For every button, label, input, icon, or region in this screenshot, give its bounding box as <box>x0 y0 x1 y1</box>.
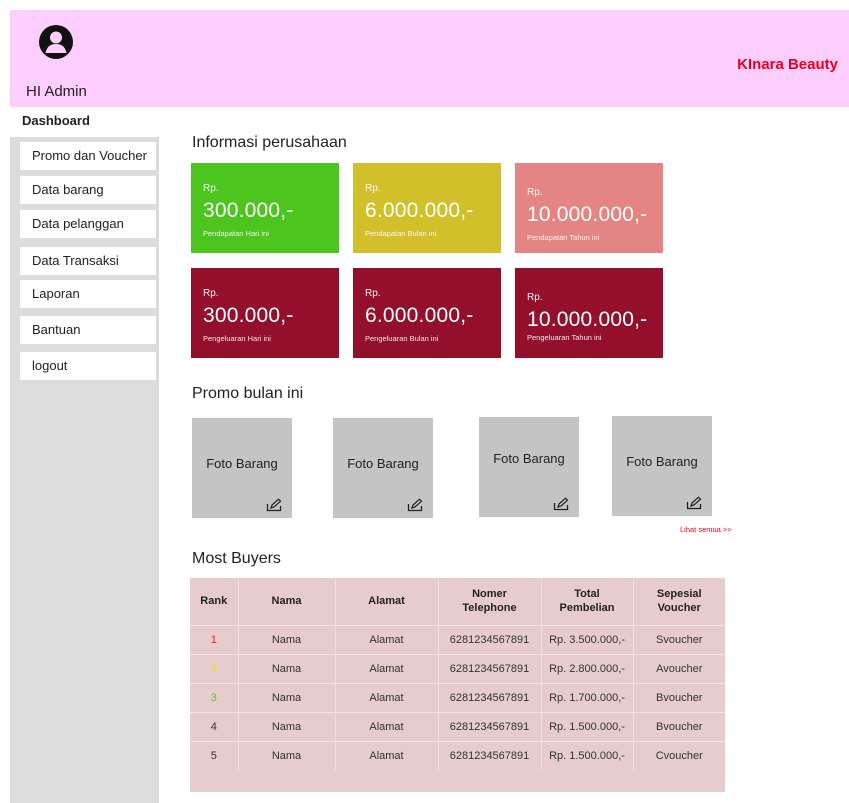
rank-cell: 5 <box>190 740 239 770</box>
card-caption: Pengeluaran Tahun ini <box>527 333 602 342</box>
address-cell: Alamat <box>335 682 439 712</box>
total-cell: Rp. 1.500.000,- <box>541 711 634 741</box>
column-header-text: Sepesial Voucher <box>656 588 702 615</box>
edit-icon[interactable] <box>266 498 282 512</box>
card-caption: Pendapatan Bulan ini <box>365 229 437 238</box>
promo-item-label: Foto Barang <box>206 456 278 471</box>
card-amount: 300.000,- <box>203 199 294 222</box>
phone-cell: 6281234567891 <box>438 624 542 654</box>
card-caption: Pengeluaran Bulan ini <box>365 334 439 343</box>
table-row: 4 Nama Alamat 6281234567891 Rp. 1.500.00… <box>190 711 725 741</box>
rank-cell: 2 <box>190 653 239 683</box>
table-row: 1 Nama Alamat 6281234567891 Rp. 3.500.00… <box>190 624 725 654</box>
brand-name: KInara Beauty <box>737 56 838 73</box>
card-amount: 6.000.000,- <box>365 199 474 222</box>
card-expense-day: Rp. 300.000,- Pengeluaran Hari ini <box>191 268 339 358</box>
address-cell: Alamat <box>335 711 439 741</box>
card-expense-month: Rp. 6.000.000,- Pengeluaran Bulan ini <box>353 268 501 358</box>
card-currency: Rp. <box>203 288 219 299</box>
buyers-section-title: Most Buyers <box>192 550 281 567</box>
sidebar-item-data-transaksi[interactable]: Data Transaksi <box>20 247 156 275</box>
edit-icon[interactable] <box>553 497 569 511</box>
card-currency: Rp. <box>203 183 219 194</box>
card-caption: Pendapatan Hari ini <box>203 229 269 238</box>
sidebar-item-bantuan[interactable]: Bantuan <box>20 316 156 344</box>
card-currency: Rp. <box>365 183 381 194</box>
column-header-text: Nomer Telephone <box>462 588 517 615</box>
info-section-title: Informasi perusahaan <box>192 134 347 151</box>
total-cell: Rp. 1.500.000,- <box>541 740 634 770</box>
sidebar-item-promo-voucher[interactable]: Promo dan Voucher <box>20 142 156 170</box>
sidebar-item-data-pelanggan[interactable]: Data pelanggan <box>20 210 156 238</box>
column-header: Total Pembelian <box>541 578 634 625</box>
voucher-cell: Bvoucher <box>633 682 725 712</box>
phone-cell: 6281234567891 <box>438 711 542 741</box>
card-amount: 10.000.000,- <box>527 308 648 331</box>
rank-cell: 1 <box>190 624 239 654</box>
table-header-row: Rank Nama Alamat Nomer Telephone Total P… <box>190 578 725 625</box>
sidebar: Promo dan Voucher Data barang Data pelan… <box>10 137 159 803</box>
rank-cell: 3 <box>190 682 239 712</box>
name-cell: Nama <box>238 740 336 770</box>
see-all-link[interactable]: Lihat semua >> <box>680 525 732 534</box>
sidebar-item-laporan[interactable]: Laporan <box>20 280 156 308</box>
card-income-month: Rp. 6.000.000,- Pendapatan Bulan ini <box>353 163 501 253</box>
promo-item[interactable]: Foto Barang <box>192 418 292 518</box>
voucher-cell: Bvoucher <box>633 711 725 741</box>
column-header: Alamat <box>335 578 439 625</box>
total-cell: Rp. 2.800.000,- <box>541 653 634 683</box>
card-caption: Pendapatan Tahun ini <box>527 233 600 242</box>
rank-cell: 4 <box>190 711 239 741</box>
promo-item-label: Foto Barang <box>493 451 565 466</box>
edit-icon[interactable] <box>686 496 702 510</box>
address-cell: Alamat <box>335 624 439 654</box>
promo-section-title: Promo bulan ini <box>192 385 304 402</box>
column-header: Nama <box>238 578 336 625</box>
promo-item[interactable]: Foto Barang <box>479 417 579 517</box>
promo-item[interactable]: Foto Barang <box>333 418 433 518</box>
card-income-day: Rp. 300.000,- Pendapatan Hari ini <box>191 163 339 253</box>
column-header: Rank <box>190 578 239 625</box>
phone-cell: 6281234567891 <box>438 653 542 683</box>
column-header: Sepesial Voucher <box>633 578 725 625</box>
card-amount: 6.000.000,- <box>365 304 474 327</box>
total-cell: Rp. 3.500.000,- <box>541 624 634 654</box>
admin-greeting: HI Admin <box>26 83 87 100</box>
voucher-cell: Svoucher <box>633 624 725 654</box>
table-row: 2 Nama Alamat 6281234567891 Rp. 2.800.00… <box>190 653 725 683</box>
card-currency: Rp. <box>527 292 543 303</box>
promo-item[interactable]: Foto Barang <box>612 416 712 516</box>
address-cell: Alamat <box>335 653 439 683</box>
card-amount: 10.000.000,- <box>527 203 648 226</box>
sidebar-item-logout[interactable]: logout <box>20 352 156 380</box>
card-amount: 300.000,- <box>203 304 294 327</box>
card-income-year: Rp. 10.000.000,- Pendapatan Tahun ini <box>515 163 663 253</box>
sidebar-item-data-barang[interactable]: Data barang <box>20 176 156 204</box>
table-row: 5 Nama Alamat 6281234567891 Rp. 1.500.00… <box>190 740 725 770</box>
card-currency: Rp. <box>527 187 543 198</box>
sidebar-item-dashboard[interactable]: Dashboard <box>10 107 159 137</box>
name-cell: Nama <box>238 682 336 712</box>
voucher-cell: Avoucher <box>633 653 725 683</box>
user-avatar-icon[interactable] <box>38 24 74 60</box>
buyers-table: Rank Nama Alamat Nomer Telephone Total P… <box>190 578 725 792</box>
card-expense-year: Rp. 10.000.000,- Pengeluaran Tahun ini <box>515 268 663 358</box>
top-header: HI Admin KInara Beauty <box>10 10 849 107</box>
promo-item-label: Foto Barang <box>626 454 698 469</box>
name-cell: Nama <box>238 653 336 683</box>
promo-item-label: Foto Barang <box>347 456 419 471</box>
total-cell: Rp. 1.700.000,- <box>541 682 634 712</box>
address-cell: Alamat <box>335 740 439 770</box>
column-header-text: Total Pembelian <box>559 588 615 615</box>
phone-cell: 6281234567891 <box>438 740 542 770</box>
table-row: 3 Nama Alamat 6281234567891 Rp. 1.700.00… <box>190 682 725 712</box>
edit-icon[interactable] <box>407 498 423 512</box>
phone-cell: 6281234567891 <box>438 682 542 712</box>
column-header: Nomer Telephone <box>438 578 542 625</box>
card-currency: Rp. <box>365 288 381 299</box>
name-cell: Nama <box>238 624 336 654</box>
name-cell: Nama <box>238 711 336 741</box>
card-caption: Pengeluaran Hari ini <box>203 334 271 343</box>
voucher-cell: Cvoucher <box>633 740 725 770</box>
